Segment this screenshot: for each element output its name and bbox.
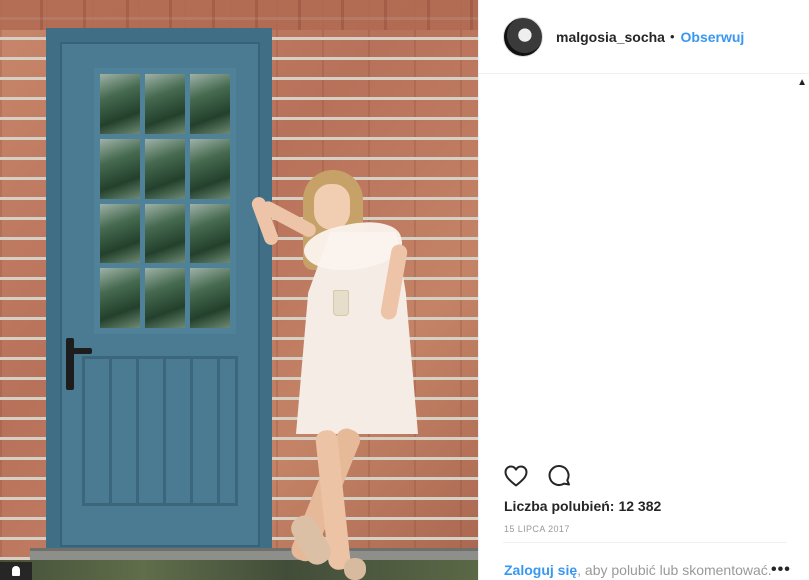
heart-icon[interactable] [503, 463, 529, 489]
login-link[interactable]: Zaloguj się [504, 562, 577, 578]
comment-bubble-icon[interactable] [547, 463, 573, 489]
door-handle-lever [66, 348, 92, 354]
plants [0, 560, 478, 580]
user-tag-icon[interactable] [0, 562, 32, 580]
person-icon [12, 566, 20, 576]
drink-glass [333, 290, 349, 316]
post-header: malgosia_socha • Obserwuj [479, 0, 809, 74]
login-prompt-text: , aby polubić lub skomentować. [577, 562, 772, 578]
woman-shoe-2 [344, 558, 366, 580]
door-window [94, 68, 236, 334]
action-bar [503, 462, 573, 490]
divider [503, 542, 786, 543]
comments-list[interactable] [479, 75, 809, 455]
username-link[interactable]: malgosia_socha [556, 29, 665, 45]
likes-count[interactable]: Liczba polubień: 12 382 [504, 498, 661, 514]
brick-wall-top [0, 0, 478, 30]
likes-label: Liczba polubień: [504, 498, 615, 514]
more-options-icon[interactable]: ••• [771, 562, 791, 578]
follow-button[interactable]: Obserwuj [681, 29, 745, 45]
woman-face [314, 184, 350, 230]
door-handle [66, 338, 74, 390]
post-side-panel: malgosia_socha • Obserwuj ▲ Liczba polub… [478, 0, 809, 580]
separator-dot: • [669, 29, 675, 44]
avatar[interactable] [503, 16, 543, 57]
post-date[interactable]: 15 LIPCA 2017 [504, 524, 570, 534]
login-prompt: Zaloguj się, aby polubić lub skomentować… [504, 562, 772, 578]
door-panels [82, 356, 238, 506]
likes-value: 12 382 [618, 498, 662, 514]
post-photo[interactable] [0, 0, 478, 580]
